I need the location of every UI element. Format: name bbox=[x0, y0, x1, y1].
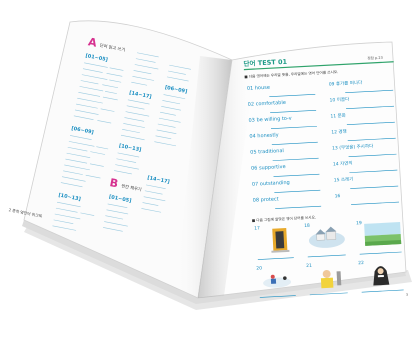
pic-num-20: 20 bbox=[256, 265, 262, 271]
field-picture bbox=[364, 222, 402, 246]
pic-num-19: 19 bbox=[356, 220, 362, 226]
open-workbook: A 단어 읽고 쓰기 [01~05] [06~09] [10~13] [14~1… bbox=[8, 20, 412, 310]
answer-page-note: 정답 p.23 bbox=[367, 55, 383, 61]
pic-num-18: 18 bbox=[304, 223, 310, 229]
pic-num-17: 17 bbox=[254, 225, 260, 231]
right-page: 단어 TEST 01 정답 p.23 ■ 다음 영어에는 우리말 뜻을, 우리말… bbox=[197, 41, 408, 299]
pic-num-22: 22 bbox=[358, 260, 364, 266]
word-11: 11 문화 bbox=[330, 113, 346, 120]
word-16: 16 bbox=[334, 193, 340, 199]
left-page: A 단어 읽고 쓰기 [01~05] [06~09] [10~13] [14~1… bbox=[8, 20, 233, 299]
right-page-number: 3 bbox=[406, 293, 408, 297]
pic-num-21: 21 bbox=[306, 263, 312, 269]
photo-scene: A 단어 읽고 쓰기 [01~05] [06~09] [10~13] [14~1… bbox=[0, 0, 414, 341]
word-01: 01 house bbox=[247, 85, 270, 92]
